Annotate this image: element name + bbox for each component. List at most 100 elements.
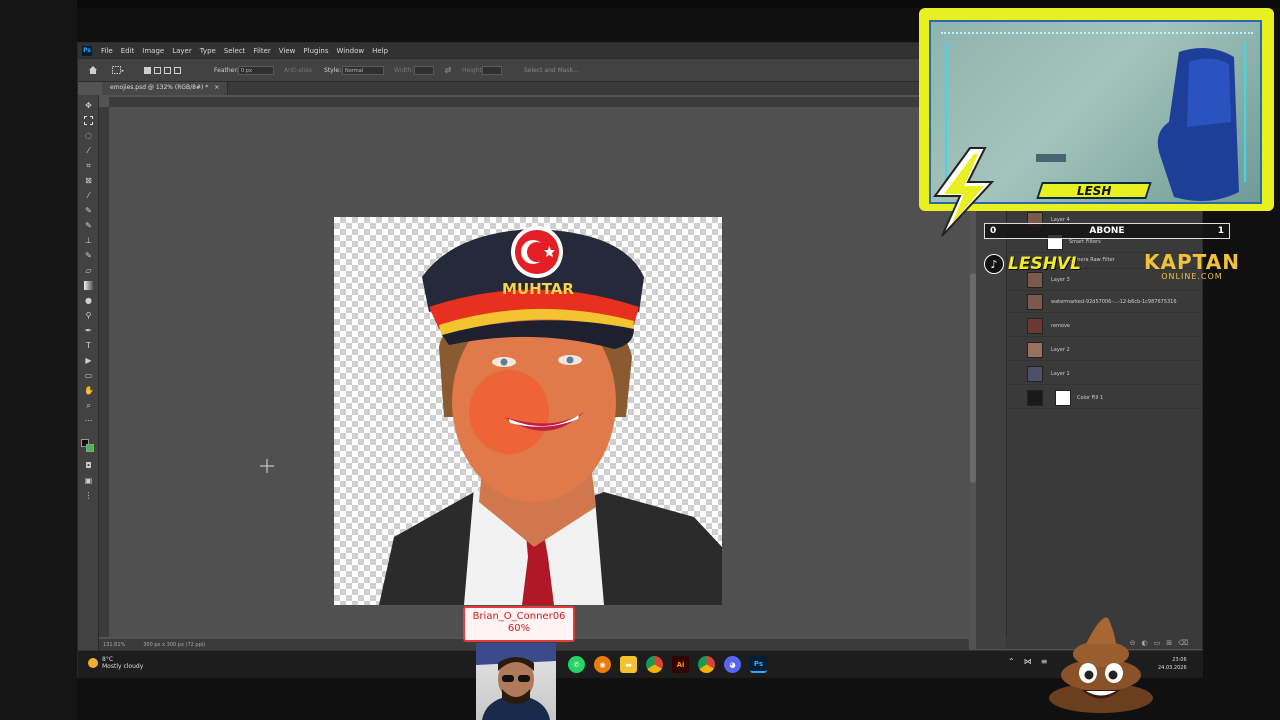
- blur-tool-icon[interactable]: ●: [84, 296, 93, 305]
- move-tool-icon[interactable]: ✥: [84, 101, 93, 110]
- document-canvas[interactable]: MUHTAR: [334, 217, 722, 605]
- clock-time: 23:06: [1172, 657, 1187, 663]
- illustrator-icon[interactable]: Ai: [672, 656, 689, 673]
- zoom-tool-icon[interactable]: ⌕: [84, 401, 93, 410]
- delete-layer-icon[interactable]: ⌫: [1178, 639, 1188, 647]
- whatsapp-icon[interactable]: ✆: [568, 656, 585, 673]
- layer-thumbnail: [1027, 366, 1043, 382]
- menu-help[interactable]: Help: [368, 47, 392, 55]
- panel-gutter: [976, 209, 1006, 649]
- pen-tool-icon[interactable]: ✒: [84, 326, 93, 335]
- width-label: Width:: [394, 67, 414, 74]
- menu-image[interactable]: Image: [138, 47, 168, 55]
- document-tab[interactable]: emojies.psd @ 132% (RGB/8#) * ×: [102, 82, 229, 95]
- layer-name: remove: [1051, 323, 1070, 329]
- style-label: Style:: [324, 67, 342, 74]
- discord-icon[interactable]: ◕: [724, 656, 741, 673]
- file-explorer-icon[interactable]: ▬: [620, 656, 637, 673]
- menu-plugins[interactable]: Plugins: [299, 47, 332, 55]
- eyedropper-tool-icon[interactable]: ⁄: [84, 191, 93, 200]
- menu-file[interactable]: File: [97, 47, 117, 55]
- left-edge: [0, 0, 77, 720]
- add-selection-icon[interactable]: [154, 67, 161, 74]
- donor-portrait: [476, 643, 556, 720]
- clone-stamp-tool-icon[interactable]: ⊥: [84, 236, 93, 245]
- vertical-ruler: [99, 107, 109, 637]
- select-and-mask-button[interactable]: Select and Mask...: [524, 67, 579, 74]
- menu-type[interactable]: Type: [196, 47, 220, 55]
- crop-tool-icon[interactable]: ⌗: [84, 161, 93, 170]
- swap-icon[interactable]: [444, 66, 452, 74]
- chrome-icon[interactable]: [646, 656, 663, 673]
- menu-select[interactable]: Select: [220, 47, 250, 55]
- screen-mode-icon[interactable]: ▣: [84, 476, 93, 485]
- sponsor-name: KAPTAN: [1144, 250, 1240, 274]
- menu-layer[interactable]: Layer: [168, 47, 196, 55]
- feather-input[interactable]: 0 px: [238, 66, 274, 75]
- donation-username: Brian_O_Conner06: [472, 611, 566, 622]
- gradient-tool-icon[interactable]: [84, 281, 93, 290]
- background-color-swatch[interactable]: [86, 444, 94, 452]
- tools-panel: ✥ ◌ ⁄ ⌗ ⊠ ⁄ ✎ ✎ ⊥ ✎ ▱ ● ⚲ ✒ T ▶ ▭ ✋ ⌕ ⋯ …: [78, 95, 99, 655]
- weather-widget[interactable]: 8°C Mostly cloudy: [88, 656, 143, 670]
- system-tray: ⌃ ⋈ ≡: [1008, 657, 1047, 666]
- layer-row[interactable]: remove: [1007, 315, 1203, 337]
- tray-app-icon[interactable]: ⋈: [1024, 657, 1032, 666]
- document-size[interactable]: 300 px x 300 px (72 ppi): [143, 642, 205, 648]
- canvas-workspace[interactable]: MUHTAR: [109, 107, 969, 637]
- home-icon[interactable]: [88, 65, 98, 75]
- brush-tool-icon[interactable]: ✎: [84, 221, 93, 230]
- zoom-level[interactable]: 131.61%: [103, 642, 125, 648]
- menu-view[interactable]: View: [275, 47, 300, 55]
- intersect-selection-icon[interactable]: [174, 67, 181, 74]
- marquee-tool-preset-icon[interactable]: [112, 66, 124, 75]
- path-selection-tool-icon[interactable]: ▶: [84, 356, 93, 365]
- new-layer-icon[interactable]: ⊞: [1166, 639, 1172, 647]
- layer-row[interactable]: Layer 2: [1007, 339, 1203, 361]
- close-tab-icon[interactable]: ×: [214, 84, 219, 91]
- subtract-selection-icon[interactable]: [164, 67, 171, 74]
- quick-mask-icon[interactable]: ◘: [84, 461, 93, 470]
- photoshop-taskbar-icon[interactable]: Ps: [750, 656, 767, 673]
- streamer-name-tag: LESH: [1036, 182, 1152, 199]
- more-tools-icon[interactable]: ⋯: [84, 416, 93, 425]
- portrait-image: MUHTAR: [379, 226, 722, 605]
- layer-row[interactable]: Color Fill 1: [1007, 387, 1203, 409]
- top-edge: [0, 0, 1280, 8]
- layer-name: Layer 1: [1051, 371, 1070, 377]
- healing-brush-tool-icon[interactable]: ✎: [84, 206, 93, 215]
- hat-text: MUHTAR: [502, 280, 574, 298]
- chrome-profile-icon[interactable]: [698, 656, 715, 673]
- layer-row[interactable]: watermarked-92d57006-...-12-b6cb-1c98767…: [1007, 291, 1203, 313]
- menu-window[interactable]: Window: [332, 47, 368, 55]
- system-clock[interactable]: 23:06 24.03.2026: [1158, 656, 1187, 672]
- hand-tool-icon[interactable]: ✋: [84, 386, 94, 395]
- marquee-tool-icon[interactable]: [84, 116, 93, 125]
- dodge-tool-icon[interactable]: ⚲: [84, 311, 93, 320]
- frame-tool-icon[interactable]: ⊠: [84, 176, 93, 185]
- height-input[interactable]: [482, 66, 502, 75]
- width-input[interactable]: [414, 66, 434, 75]
- type-tool-icon[interactable]: T: [84, 341, 93, 350]
- new-selection-icon[interactable]: [144, 67, 151, 74]
- eraser-tool-icon[interactable]: ▱: [84, 266, 93, 275]
- edit-toolbar-icon[interactable]: ⋮: [84, 491, 93, 500]
- windows-taskbar: 8°C Mostly cloudy ✆ ◉ ▬ Ai ◕ Ps ⌃ ⋈ ≡ 23…: [78, 650, 1203, 678]
- tray-overflow-icon[interactable]: ⌃: [1008, 657, 1015, 666]
- menu-edit[interactable]: Edit: [117, 47, 139, 55]
- layer-thumbnail: [1027, 390, 1043, 406]
- blender-icon[interactable]: ◉: [594, 656, 611, 673]
- magic-wand-tool-icon[interactable]: ⁄: [84, 146, 93, 155]
- history-brush-tool-icon[interactable]: ✎: [84, 251, 93, 260]
- tiktok-username: LESHVL: [1008, 254, 1081, 274]
- layer-thumbnail: [1027, 342, 1043, 358]
- led-lights: [941, 32, 1253, 38]
- rectangle-tool-icon[interactable]: ▭: [84, 371, 93, 380]
- layer-row[interactable]: Layer 1: [1007, 363, 1203, 385]
- lasso-tool-icon[interactable]: ◌: [84, 131, 93, 140]
- tiktok-icon: ♪: [984, 254, 1004, 274]
- donation-alert: Brian_O_Conner06 60%: [463, 606, 575, 642]
- style-select[interactable]: Normal: [342, 66, 384, 75]
- menu-filter[interactable]: Filter: [249, 47, 274, 55]
- donor-photo: [476, 643, 556, 720]
